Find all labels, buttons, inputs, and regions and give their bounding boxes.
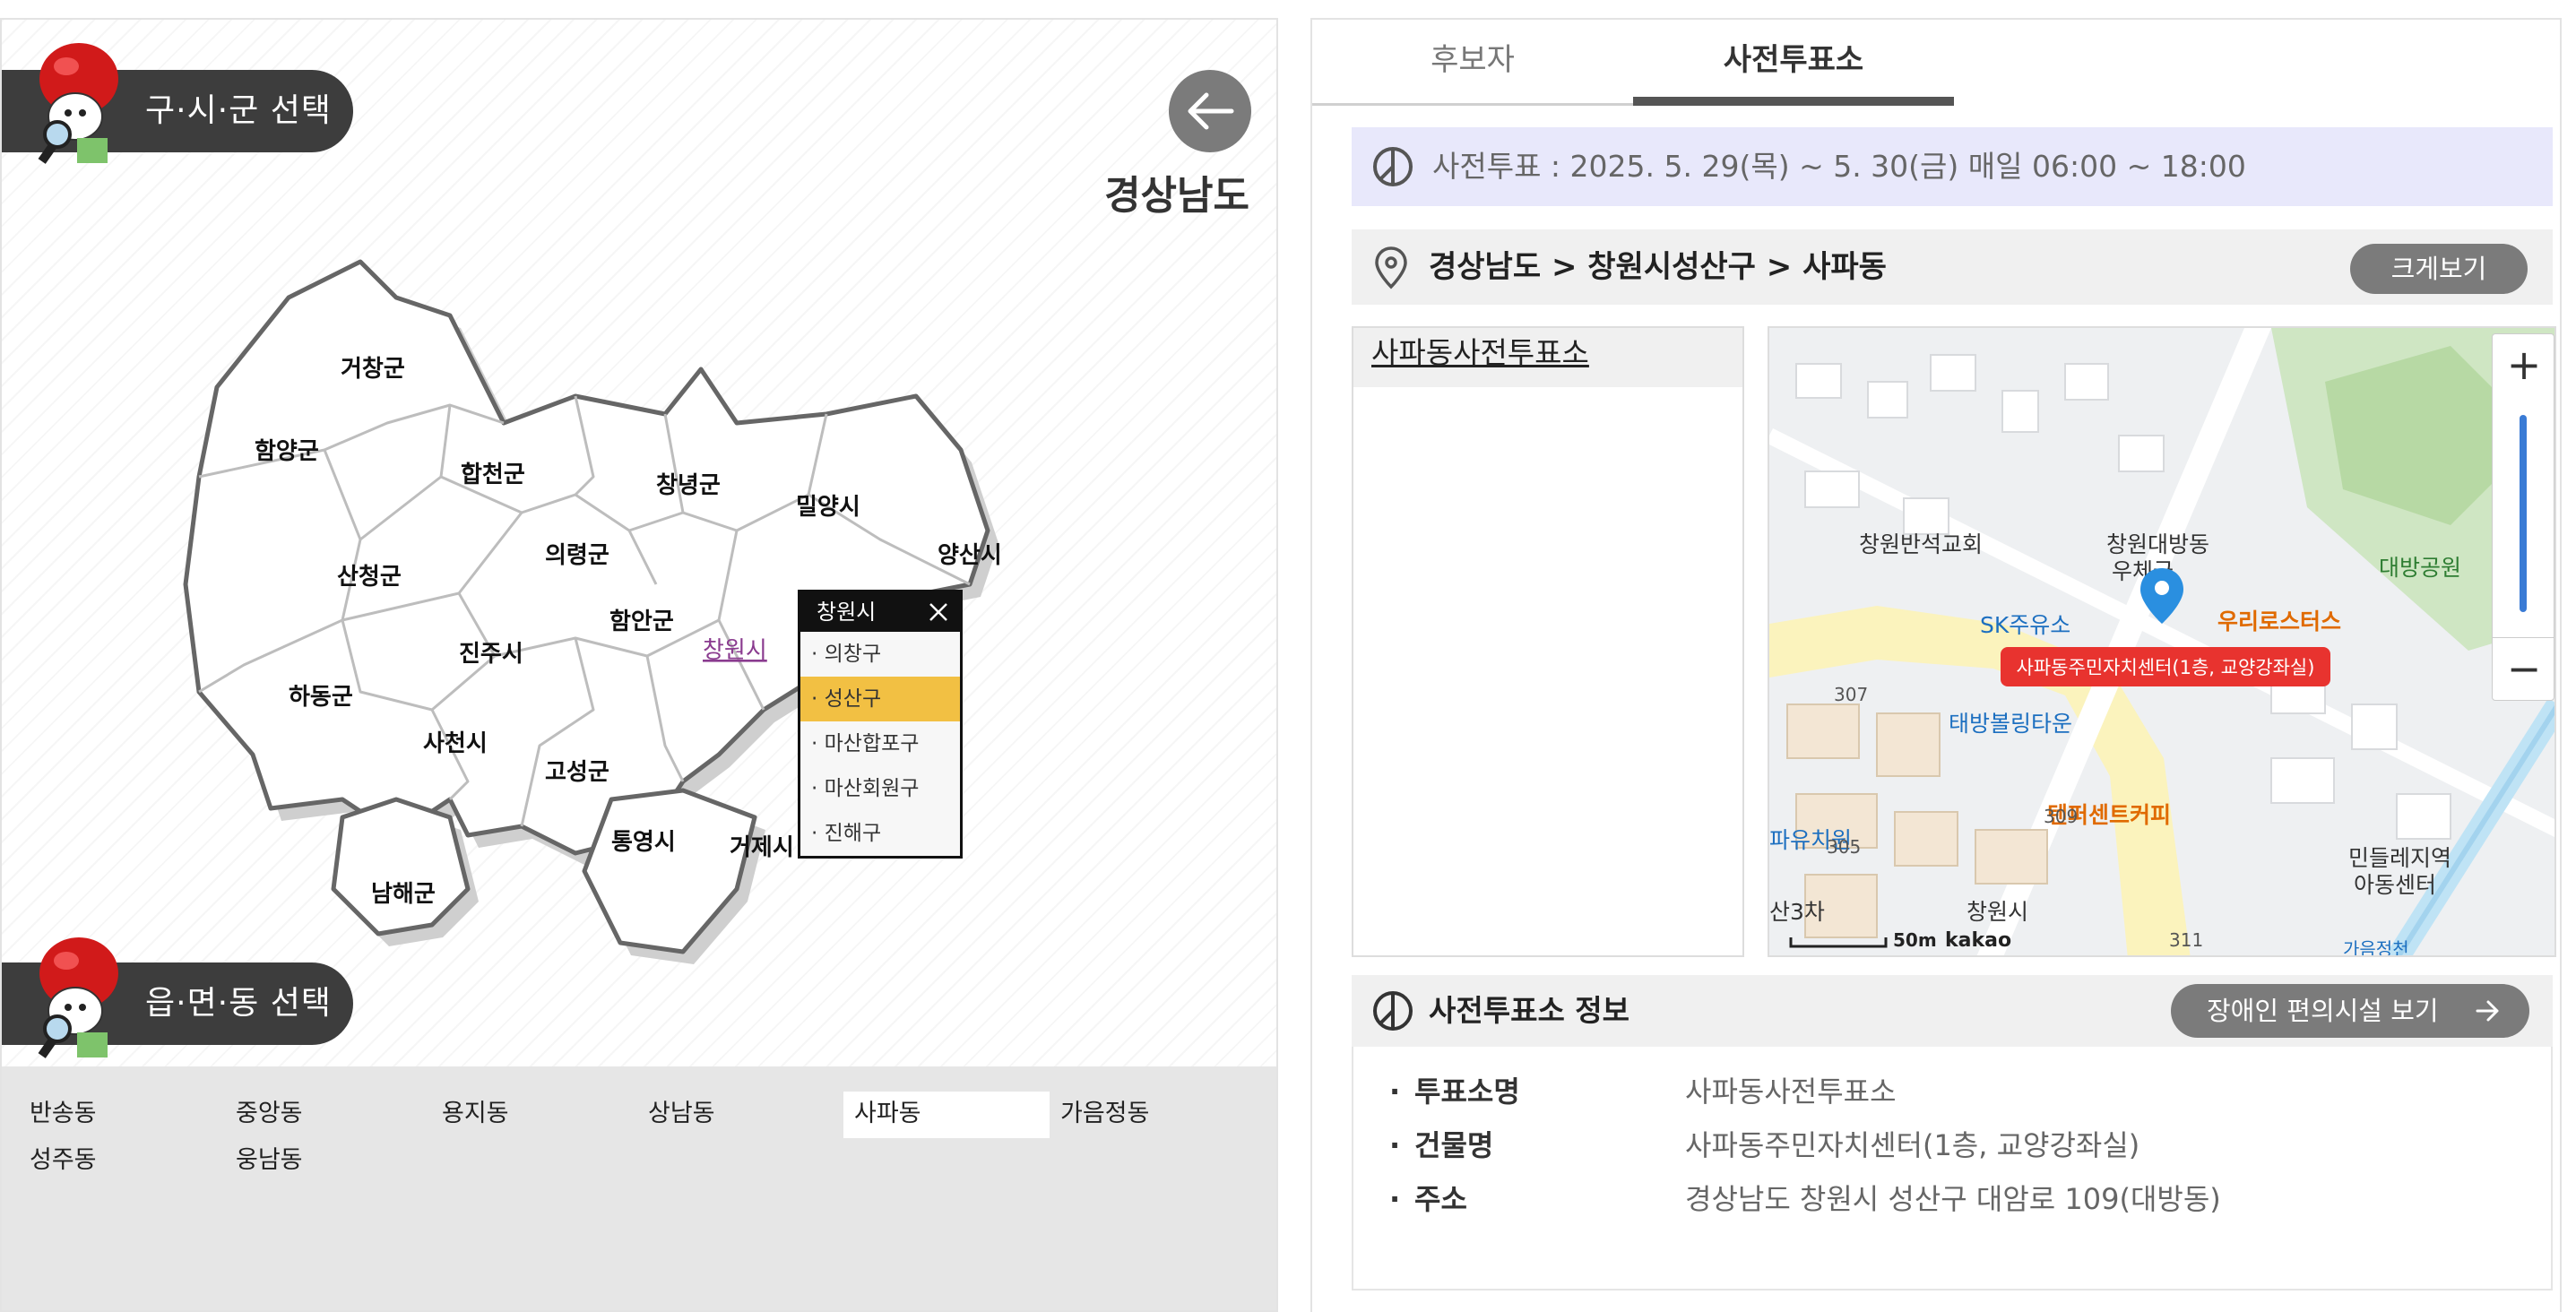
info-title: 사전투표소 정보 [1429, 993, 1630, 1028]
ballot-icon [1373, 991, 1413, 1031]
info-value: 경상남도 창원시 성산구 대암로 109(대방동) [1685, 1182, 2221, 1216]
zoom-in-button[interactable]: + [2493, 334, 2554, 397]
tab-early-voting[interactable]: 사전투표소 [1633, 20, 1954, 106]
poi-gas-station[interactable]: SK주유소 [1980, 612, 2070, 638]
popup-title: 창원시 [817, 600, 877, 625]
region-jinju[interactable]: 진주시 [459, 641, 523, 668]
district-select-label: 구·시·군 선택 [145, 92, 332, 129]
region-hadong[interactable]: 하동군 [289, 684, 353, 711]
poi-stream: 가음정천 [2343, 938, 2409, 957]
region-uiryeong[interactable]: 의령군 [545, 542, 609, 569]
dong-item[interactable]: 웅남동 [233, 1138, 439, 1185]
info-value: 사파동사전투표소 [1685, 1075, 1897, 1109]
region-hamyang[interactable]: 함양군 [255, 438, 319, 465]
polling-place-list: 사파동사전투표소 [1352, 326, 1744, 957]
svg-text:50m: 50m [1893, 929, 1937, 951]
kakao-logo: kakao [1945, 929, 2011, 952]
popup-item-uichang[interactable]: · 의창구 [800, 632, 960, 677]
popup-item-seongsan[interactable]: · 성산구 [800, 677, 960, 721]
back-button[interactable] [1169, 70, 1251, 152]
voting-period-text: 사전투표 : 2025. 5. 29(목) ~ 5. 30(금) 매일 06:0… [1432, 149, 2246, 184]
popup-item-masanhappo[interactable]: · 마산합포구 [800, 721, 960, 766]
accessibility-button[interactable]: 장애인 편의시설 보기 [2171, 984, 2529, 1038]
mascot-icon [38, 43, 118, 164]
zoom-control: + − [2492, 333, 2554, 701]
info-row-address: 주소 경상남도 창원시 성산구 대암로 109(대방동) [1389, 1172, 2551, 1226]
zoom-slider[interactable] [2520, 415, 2527, 612]
region-geoje[interactable]: 거제시 [730, 834, 794, 861]
region-yangsan[interactable]: 양산시 [938, 542, 1002, 569]
popup-header: 창원시 [800, 592, 960, 632]
region-changwon[interactable]: 창원시 [703, 637, 767, 664]
info-row-building: 건물명 사파동주민자치센터(1층, 교양강좌실) [1389, 1118, 2551, 1172]
info-value: 사파동주민자치센터(1층, 교양강좌실) [1685, 1128, 2140, 1162]
poi-center[interactable]: 민들레지역 [2348, 845, 2451, 871]
info-key: 주소 [1389, 1172, 1467, 1226]
zoom-out-button[interactable]: − [2493, 637, 2554, 700]
poi-welfare[interactable]: 창원시 [1967, 899, 2028, 925]
poi-church[interactable]: 창원반석교회 [1859, 531, 1983, 557]
polling-info-panel: 후보자 사전투표소 사전투표 : 2025. 5. 29(목) ~ 5. 30(… [1310, 18, 2562, 1312]
dong-item-selected[interactable]: 사파동 [843, 1092, 1050, 1138]
region-sacheon[interactable]: 사천시 [423, 730, 488, 757]
region-namhae[interactable]: 남해군 [371, 881, 436, 908]
region-changnyeong[interactable]: 창녕군 [656, 472, 721, 499]
region-geochang[interactable]: 거창군 [341, 356, 405, 383]
close-icon[interactable] [926, 600, 951, 625]
dong-select-label: 읍·면·동 선택 [145, 985, 332, 1022]
location-bar: 경상남도 > 창원시성산구 > 사파동 크게보기 [1352, 229, 2553, 305]
popup-item-masanhoewon[interactable]: · 마산회원구 [800, 766, 960, 811]
dong-item[interactable]: 반송동 [27, 1092, 233, 1138]
poi-post-office[interactable]: 창원대방동 [2106, 531, 2209, 557]
poi-center-2: 아동센터 [2354, 872, 2436, 898]
info-header: 사전투표소 정보 장애인 편의시설 보기 [1352, 975, 2553, 1047]
polling-place-item[interactable]: 사파동사전투표소 [1353, 328, 1742, 387]
mascot-icon [38, 937, 118, 1058]
poi-park[interactable]: 대방공원 [2379, 555, 2461, 581]
tab-bar: 후보자 사전투표소 [1312, 20, 2560, 106]
region-goseong[interactable]: 고성군 [545, 759, 609, 786]
building-number: 311 [2169, 929, 2203, 951]
dong-item[interactable]: 성주동 [27, 1138, 233, 1185]
region-selector-panel: 구·시·군 선택 경상남도 거창군 함양군 합천군 창녕군 밀양시 양산시 산청… [0, 18, 1278, 1312]
kakao-map[interactable]: 창원반석교회 창원대방동 우체국 SK주유소 우리로스터스 태방볼링타운 텐퍼센… [1768, 326, 2556, 957]
dong-item[interactable]: 가음정동 [1058, 1092, 1264, 1138]
tab-candidates[interactable]: 후보자 [1312, 20, 1633, 106]
region-miryang[interactable]: 밀양시 [796, 494, 860, 521]
info-body: 투표소명 사파동사전투표소 건물명 사파동주민자치센터(1층, 교양강좌실) 주… [1352, 1047, 2553, 1290]
breadcrumb: 경상남도 > 창원시성산구 > 사파동 [1429, 249, 1887, 285]
map-canvas[interactable]: 창원반석교회 창원대방동 우체국 SK주유소 우리로스터스 태방볼링타운 텐퍼센… [1769, 328, 2556, 957]
dong-item[interactable]: 용지동 [439, 1092, 645, 1138]
building-number: 307 [1834, 684, 1868, 705]
info-row-place: 투표소명 사파동사전투표소 [1389, 1065, 2551, 1118]
poi-apartment[interactable]: 산3차 [1769, 899, 1825, 925]
accessibility-button-label: 장애인 편의시설 보기 [2207, 996, 2439, 1026]
info-key: 투표소명 [1389, 1065, 1520, 1118]
dong-grid: 반송동 중앙동 용지동 상남동 사파동 가음정동 성주동 웅남동 [27, 1092, 1276, 1185]
arrow-right-icon [2476, 1000, 2499, 1022]
marker-label[interactable]: 사파동주민자치센터(1층, 교양강좌실) [2001, 647, 2330, 686]
region-tongyeong[interactable]: 통영시 [611, 829, 676, 856]
enlarge-button[interactable]: 크게보기 [2350, 244, 2528, 294]
voting-period-bar: 사전투표 : 2025. 5. 29(목) ~ 5. 30(금) 매일 06:0… [1352, 127, 2553, 206]
poi-restaurant[interactable]: 우리로스터스 [2217, 609, 2341, 634]
building-number: 305 [1827, 836, 1861, 858]
building-number: 309 [2044, 806, 2078, 827]
region-haman[interactable]: 함안군 [609, 609, 674, 635]
location-pin-icon [1375, 246, 1407, 289]
dong-list-area: 반송동 중앙동 용지동 상남동 사파동 가음정동 성주동 웅남동 [2, 1066, 1276, 1310]
province-title: 경상남도 [1104, 173, 1249, 219]
svg-text:사파동주민자치센터(1층, 교양강좌실): 사파동주민자치센터(1층, 교양강좌실) [2017, 657, 2315, 678]
arrow-left-icon [1188, 92, 1234, 130]
district-popup: 창원시 · 의창구 · 성산구 · 마산합포구 · 마산회원구 · 진해구 [798, 590, 963, 859]
poi-bowling[interactable]: 태방볼링타운 [1949, 711, 2072, 737]
region-hapcheon[interactable]: 합천군 [461, 462, 525, 488]
region-sancheong[interactable]: 산청군 [337, 564, 402, 591]
info-key: 건물명 [1389, 1118, 1493, 1172]
dong-item[interactable]: 중앙동 [233, 1092, 439, 1138]
popup-item-jinhae[interactable]: · 진해구 [800, 811, 960, 856]
dong-item[interactable]: 상남동 [645, 1092, 851, 1138]
ballot-icon [1373, 147, 1413, 186]
